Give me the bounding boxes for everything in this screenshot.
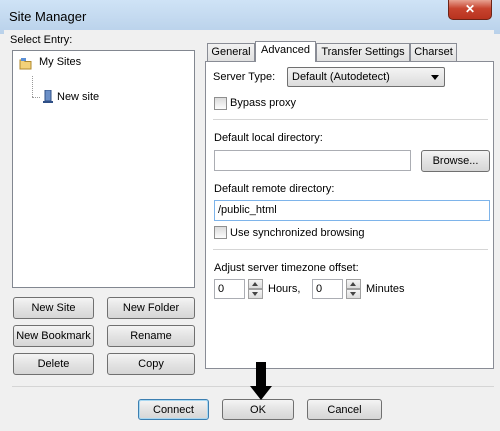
tab-charset[interactable]: Charset: [410, 43, 457, 61]
bypass-proxy-checkbox[interactable]: [214, 97, 227, 110]
new-site-button[interactable]: New Site: [13, 297, 94, 319]
title-bar: Site Manager ✕: [0, 0, 500, 34]
connect-button[interactable]: Connect: [138, 399, 209, 420]
local-dir-input[interactable]: [214, 150, 411, 171]
site-tree[interactable]: My Sites New site: [12, 50, 195, 288]
hours-label: Hours,: [268, 283, 301, 295]
dropdown-arrow-icon: [431, 75, 439, 80]
local-dir-label: Default local directory:: [214, 132, 323, 144]
spin-down-icon: [350, 292, 356, 296]
separator: [213, 119, 488, 120]
minutes-label: Minutes: [366, 283, 405, 295]
sync-browsing-label: Use synchronized browsing: [230, 227, 365, 239]
tree-connector-h: [32, 97, 40, 98]
advanced-panel: Server Type: Default (Autodetect) Bypass…: [205, 61, 494, 369]
close-button[interactable]: ✕: [448, 0, 492, 20]
minutes-spin-down[interactable]: [346, 289, 361, 299]
select-entry-label: Select Entry:: [10, 34, 73, 46]
spin-up-icon: [350, 282, 356, 286]
spin-down-icon: [252, 292, 258, 296]
spin-up-icon: [252, 282, 258, 286]
server-type-select[interactable]: Default (Autodetect): [287, 67, 445, 87]
tree-item-my-sites[interactable]: My Sites: [39, 56, 81, 68]
tab-transfer-settings[interactable]: Transfer Settings: [316, 43, 410, 61]
server-type-value: Default (Autodetect): [292, 71, 390, 83]
new-folder-button[interactable]: New Folder: [107, 297, 195, 319]
copy-button[interactable]: Copy: [107, 353, 195, 375]
remote-dir-label: Default remote directory:: [214, 183, 335, 195]
tab-advanced[interactable]: Advanced: [255, 41, 316, 62]
server-type-label: Server Type:: [213, 71, 276, 83]
bypass-proxy-label: Bypass proxy: [230, 97, 297, 109]
ok-button[interactable]: OK: [222, 399, 294, 420]
sync-browsing-checkbox[interactable]: [214, 226, 227, 239]
minutes-spin-up[interactable]: [346, 279, 361, 289]
tab-general[interactable]: General: [207, 43, 255, 61]
remote-dir-input[interactable]: /public_html: [214, 200, 490, 221]
delete-button[interactable]: Delete: [13, 353, 94, 375]
hours-input[interactable]: 0: [214, 279, 245, 299]
cancel-button[interactable]: Cancel: [307, 399, 382, 420]
separator-2: [213, 249, 488, 250]
site-icon: [43, 90, 53, 103]
window-title: Site Manager: [9, 9, 87, 24]
minutes-input[interactable]: 0: [312, 279, 343, 299]
tree-item-new-site[interactable]: New site: [57, 91, 99, 103]
down-arrow-pointer: [250, 362, 272, 400]
timezone-label: Adjust server timezone offset:: [214, 262, 359, 274]
site-manager-window: Site Manager ✕ Select Entry: My Sites Ne…: [0, 0, 500, 431]
new-bookmark-button[interactable]: New Bookmark: [13, 325, 94, 347]
tree-connector: [32, 76, 33, 97]
rename-button[interactable]: Rename: [107, 325, 195, 347]
hours-spin-down[interactable]: [248, 289, 263, 299]
dialog-body: Select Entry: My Sites New site New Site…: [4, 30, 494, 427]
hours-spin-up[interactable]: [248, 279, 263, 289]
folder-icon: [19, 58, 32, 70]
browse-button[interactable]: Browse...: [421, 150, 490, 172]
